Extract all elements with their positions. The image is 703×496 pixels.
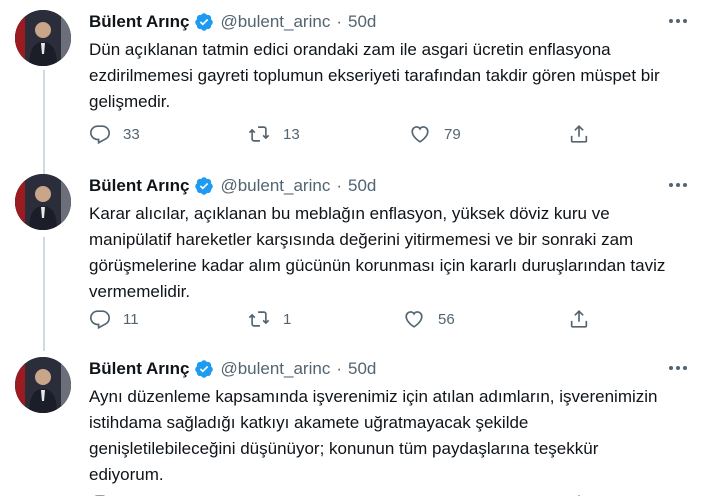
tweet-text-line: istihdama sağladığı katkıyı akamete uğra… [89,413,529,432]
tweet-actions [89,491,609,496]
tweet-text-line: ezdirilmemesi gayreti toplumun ekseriyet… [89,66,660,85]
tweet-text-line: görüşmelerine kadar alım gücünün korunma… [89,256,666,275]
timestamp[interactable]: 50d [348,357,376,381]
tweet-header: Bülent Arınç @bulent_arinc · 50d [89,357,376,381]
verified-badge-icon [194,176,214,196]
author-handle[interactable]: @bulent_arinc [220,174,330,198]
like-button[interactable] [408,491,432,496]
retweet-button[interactable]: 13 [247,121,300,147]
tweet-text: Aynı düzenleme kapsamında işverenimiz iç… [89,384,689,488]
tweet-actions: 33 13 79 [89,121,609,147]
share-icon [568,123,590,145]
reply-count: 11 [123,310,139,328]
retweet-count: 1 [283,310,292,328]
separator-dot: · [336,12,342,31]
avatar[interactable] [15,174,71,230]
like-count: 79 [444,125,461,143]
reply-count: 33 [123,125,140,143]
tweet-text: Karar alıcılar, açıklanan bu meblağın en… [89,201,689,305]
more-dots-icon[interactable] [667,176,689,194]
like-count: 56 [438,310,455,328]
like-button[interactable]: 56 [402,306,455,332]
retweet-icon [247,308,271,330]
tweet[interactable]: Bülent Arınç @bulent_arinc · 50d Aynı dü… [0,357,703,496]
tweet-header: Bülent Arınç @bulent_arinc · 50d [89,174,376,198]
tweet-text-line: manipülatif hareketler karşısında değeri… [89,230,634,249]
reply-button[interactable] [89,491,111,496]
tweet-text-line: Aynı düzenleme kapsamında işverenimiz iç… [89,387,658,406]
avatar[interactable] [15,10,71,66]
avatar[interactable] [15,357,71,413]
share-button[interactable] [568,121,590,147]
tweet-text-line: Karar alıcılar, açıklanan bu meblağın en… [89,204,610,223]
author-handle[interactable]: @bulent_arinc [220,10,330,34]
more-dots-icon[interactable] [667,12,689,30]
author-name[interactable]: Bülent Arınç [89,10,189,34]
verified-badge-icon [194,359,214,379]
tweet-text-line: ediyorum. [89,465,164,484]
tweet-text-line: Dün açıklanan tatmin edici orandaki zam … [89,40,611,59]
like-button[interactable]: 79 [408,121,461,147]
timestamp[interactable]: 50d [348,10,376,34]
separator-dot: · [336,359,342,378]
share-icon [568,308,590,330]
tweet-actions: 11 1 56 [89,306,609,332]
tweet-text-line: vermemelidir. [89,282,191,301]
author-name[interactable]: Bülent Arınç [89,174,189,198]
author-name[interactable]: Bülent Arınç [89,357,189,381]
retweet-button[interactable] [247,491,271,496]
tweet-text: Dün açıklanan tatmin edici orandaki zam … [89,37,689,115]
share-button[interactable] [568,491,590,496]
retweet-button[interactable]: 1 [247,306,291,332]
reply-icon [89,308,111,330]
share-button[interactable] [568,306,590,332]
separator-dot: · [336,176,342,195]
tweet-header: Bülent Arınç @bulent_arinc · 50d [89,10,376,34]
reply-icon [89,123,111,145]
heart-icon [408,123,432,145]
tweet[interactable]: Bülent Arınç @bulent_arinc · 50d Dün açı… [0,10,703,150]
author-handle[interactable]: @bulent_arinc [220,357,330,381]
reply-button[interactable]: 33 [89,121,140,147]
tweet-text-line: genişletilebileceğini düşünüyor; konunun… [89,439,599,458]
retweet-count: 13 [283,125,300,143]
tweet-text-line: gelişmedir. [89,92,171,111]
reply-button[interactable]: 11 [89,306,139,332]
tweet-thread: Bülent Arınç @bulent_arinc · 50d Dün açı… [0,0,703,496]
timestamp[interactable]: 50d [348,174,376,198]
retweet-icon [247,123,271,145]
heart-icon [402,308,426,330]
tweet[interactable]: Bülent Arınç @bulent_arinc · 50d Karar a… [0,174,703,334]
verified-badge-icon [194,12,214,32]
more-dots-icon[interactable] [667,359,689,377]
